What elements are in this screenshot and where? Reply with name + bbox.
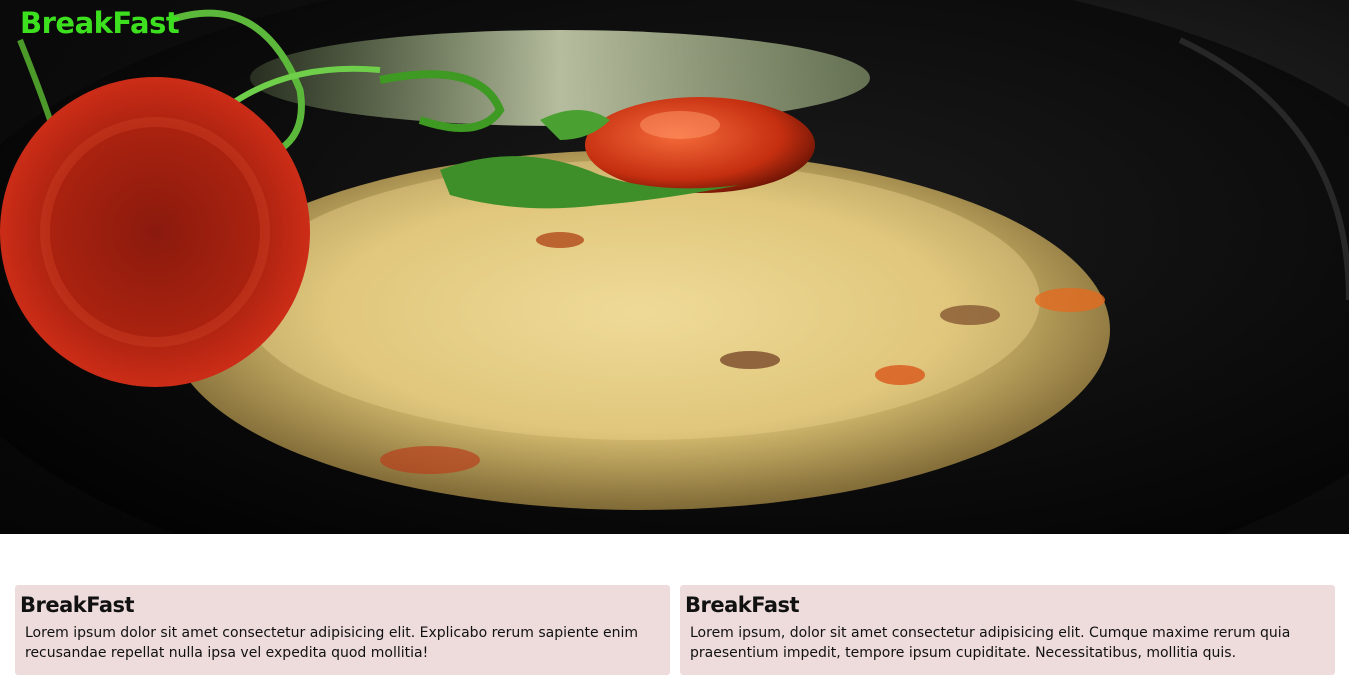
card-title: BreakFast: [20, 593, 135, 617]
fried-rice-image: [0, 0, 1349, 534]
card-title: BreakFast: [685, 593, 800, 617]
breakfast-card-2: BreakFast Lorem ipsum, dolor sit amet co…: [680, 585, 1335, 675]
card-text: Lorem ipsum dolor sit amet consectetur a…: [25, 625, 639, 661]
brand-logo[interactable]: BreakFast: [20, 6, 180, 40]
card-row: BreakFast Lorem ipsum dolor sit amet con…: [15, 585, 1335, 675]
card-text: Lorem ipsum, dolor sit amet consectetur …: [690, 625, 1291, 661]
hero-banner: BreakFast: [0, 0, 1349, 534]
breakfast-card-1: BreakFast Lorem ipsum dolor sit amet con…: [15, 585, 670, 675]
